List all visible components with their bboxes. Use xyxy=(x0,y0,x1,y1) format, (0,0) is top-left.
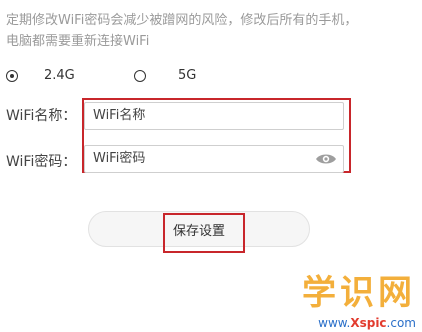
wifi-password-label: WiFi密码： xyxy=(6,154,77,170)
save-settings-button[interactable]: 保存设置 xyxy=(88,211,310,247)
save-settings-label: 保存设置 xyxy=(172,223,225,239)
security-tip-line-1: 定期修改WiFi密码会减少被蹭网的风险，修改后所有的手机， xyxy=(6,13,358,28)
security-tip-line-2: 电脑都需要重新连接WiFi xyxy=(6,34,150,49)
radio-5g[interactable] xyxy=(134,70,146,82)
wifi-password-input[interactable]: WiFi密码 xyxy=(84,145,344,173)
wifi-name-value: WiFi名称 xyxy=(93,108,146,123)
wifi-name-input[interactable]: WiFi名称 xyxy=(84,102,344,130)
radio-5g-label[interactable]: 5G xyxy=(178,68,196,83)
watermark-url-suffix: .com xyxy=(386,316,416,330)
watermark-url: www.Xspic.com xyxy=(318,316,416,330)
radio-2-4g[interactable] xyxy=(6,70,18,82)
wifi-password-value: WiFi密码 xyxy=(93,151,146,166)
eye-icon[interactable] xyxy=(315,152,337,166)
wifi-name-label: WiFi名称： xyxy=(6,108,77,124)
watermark-url-prefix: www. xyxy=(318,316,351,330)
security-tip: 定期修改WiFi密码会减少被蹭网的风险，修改后所有的手机， 电脑都需要重新连接W… xyxy=(6,10,416,52)
watermark-url-brand: Xspic xyxy=(350,316,387,330)
watermark-logo: 学识网 xyxy=(302,273,416,313)
radio-2-4g-label[interactable]: 2.4G xyxy=(44,68,75,83)
